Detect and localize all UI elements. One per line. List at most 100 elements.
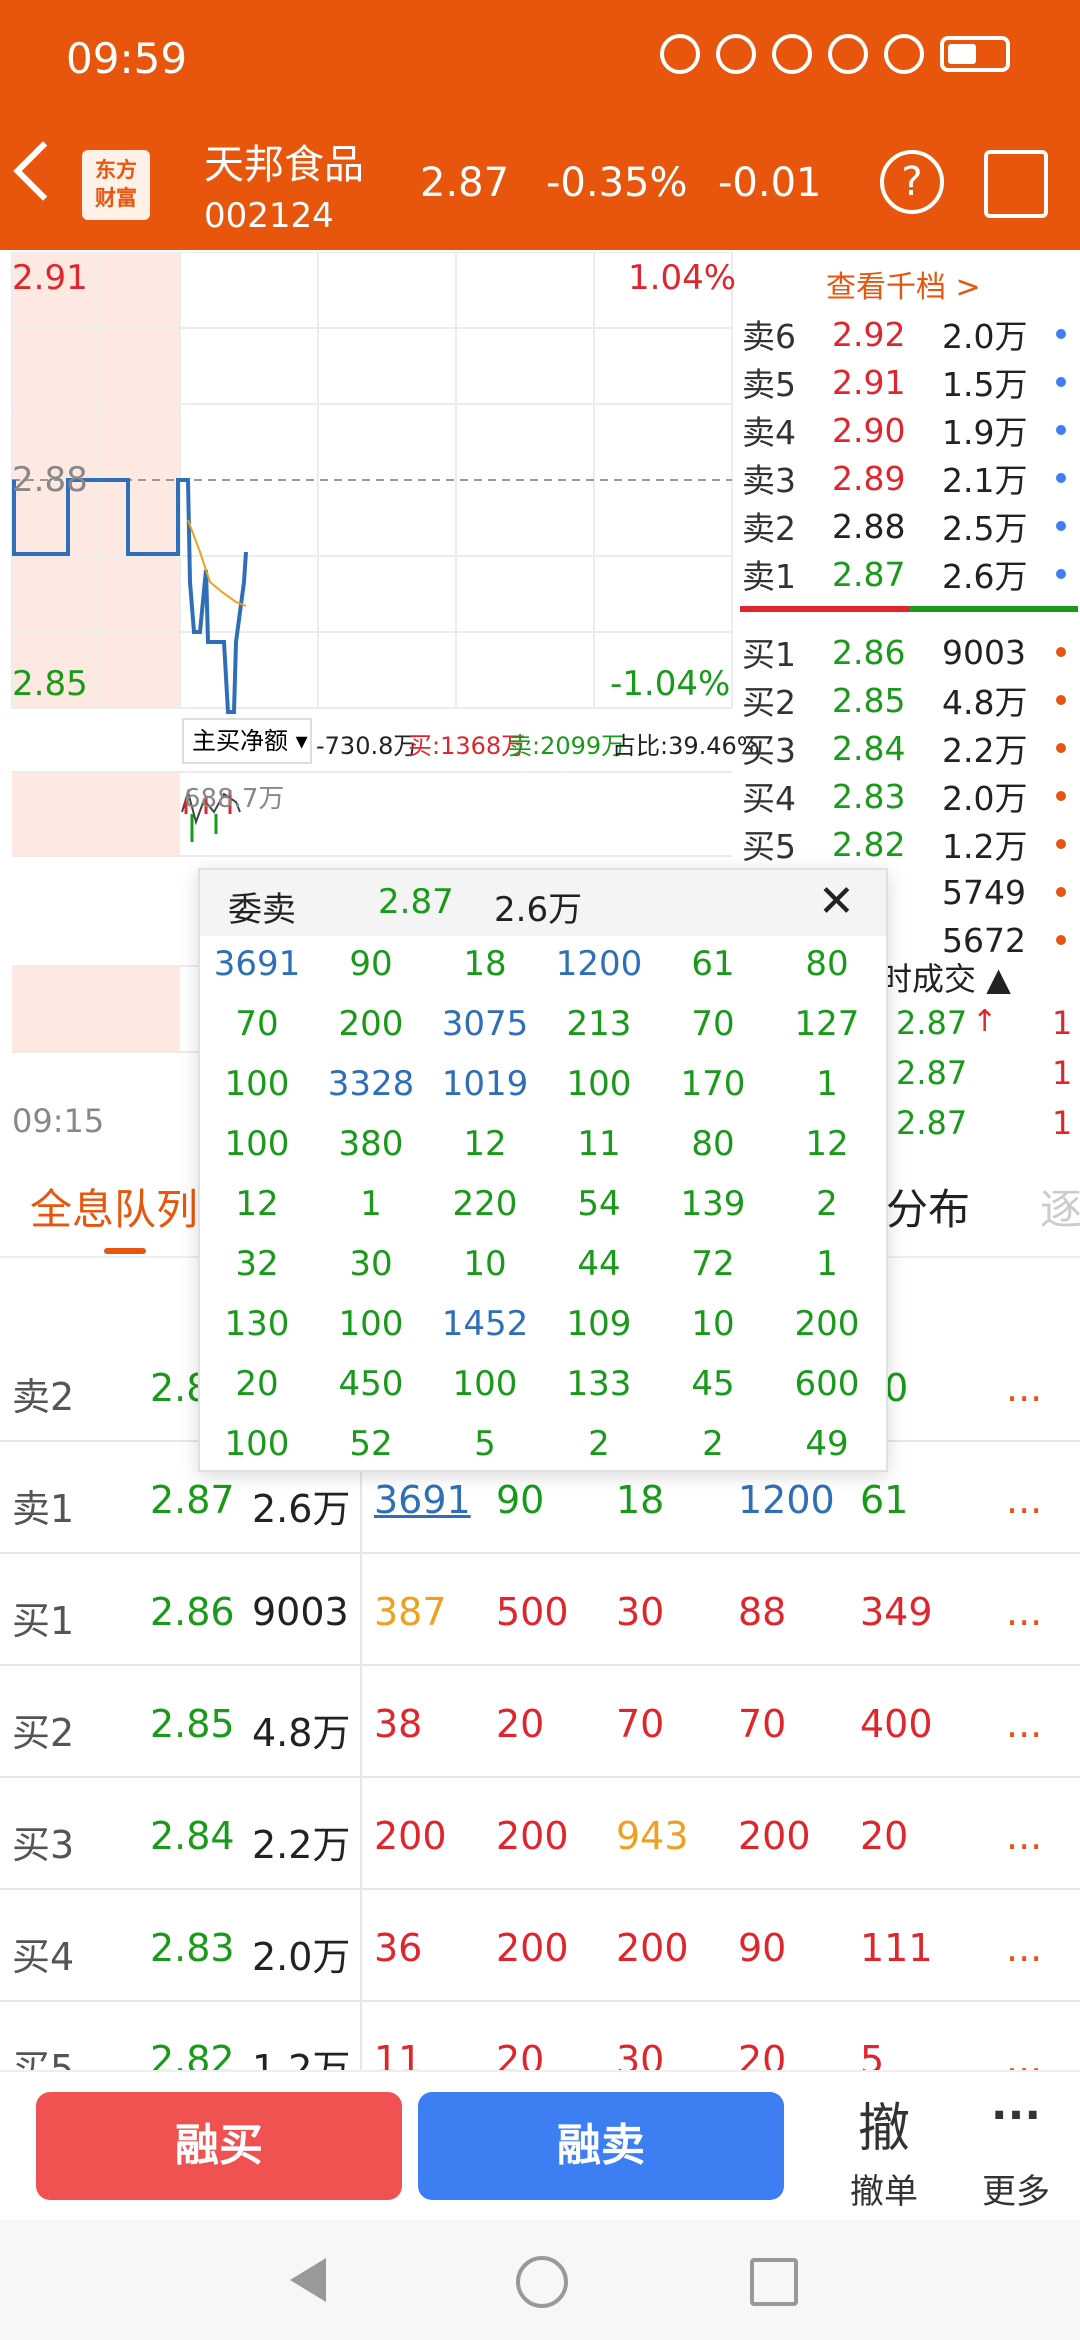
row-volume: 4.8万: [252, 1711, 351, 1755]
ask-level-label: 卖1: [742, 557, 796, 596]
bid-level-label: 买4: [742, 779, 796, 818]
row-label: 买3: [12, 1823, 75, 1867]
popup-order-cell: 200: [338, 1004, 404, 1044]
queue-order: 36: [374, 1926, 423, 1970]
header-change-pct: -0.35%: [546, 160, 688, 206]
ask-volume: 2.0万: [942, 317, 1028, 356]
indicator-dropdown[interactable]: 主买净额 ▾: [182, 718, 312, 764]
queue-order: 20: [860, 1814, 909, 1858]
popup-order-cell: 90: [349, 944, 393, 984]
trade-arrow: ↑: [972, 1004, 998, 1039]
cancel-icon[interactable]: 撤: [824, 2086, 944, 2161]
ask-row[interactable]: 卖6 2.92 2.0万: [742, 310, 1080, 358]
popup-order-cell: 11: [577, 1124, 621, 1164]
table-row[interactable]: 买2 2.85 4.8万 38 20 70 70 400...: [0, 1666, 1080, 1778]
view-more-depth-link[interactable]: 查看千档 >: [826, 262, 981, 306]
bid-row[interactable]: 买2 2.85 4.8万: [742, 676, 1080, 724]
help-icon[interactable]: ?: [880, 150, 944, 214]
popup-order-cell: 100: [224, 1064, 290, 1104]
queue-order: 200: [616, 1926, 689, 1970]
ask-volume: 1.5万: [942, 365, 1028, 404]
tab-partial[interactable]: 逐: [1040, 1176, 1080, 1237]
popup-order-cell: 45: [691, 1364, 735, 1404]
ask-row[interactable]: 卖2 2.88 2.5万: [742, 502, 1080, 550]
row-more-button[interactable]: ...: [1006, 1478, 1042, 1522]
bid-row[interactable]: 买1 2.86 9003: [742, 628, 1080, 676]
row-more-button[interactable]: ...: [1006, 1590, 1042, 1634]
bid-level-label: 买3: [742, 731, 796, 770]
queue-order: 61: [860, 1478, 909, 1522]
queue-order: 1200: [738, 1478, 835, 1522]
row-more-button[interactable]: ...: [1006, 1926, 1042, 1970]
alarm-icon: [772, 34, 812, 74]
popup-order-cell: 1452: [441, 1304, 529, 1344]
popup-volume: 2.6万: [494, 890, 583, 930]
popup-order-cell: 80: [691, 1124, 735, 1164]
trade-price: 2.87: [896, 1004, 968, 1042]
row-volume: 2.6万: [252, 1487, 351, 1531]
more-icon[interactable]: ···: [956, 2090, 1076, 2141]
tab-queue[interactable]: 全息队列: [30, 1176, 198, 1237]
trades-title: 时成交 ▲: [880, 960, 1011, 998]
queue-order: 30: [616, 1590, 665, 1634]
row-volume: 2.2万: [252, 1823, 351, 1867]
nav-home-icon[interactable]: [516, 2256, 568, 2308]
popup-order-cell: 2: [816, 1184, 838, 1224]
queue-order: 38: [374, 1702, 423, 1746]
eye-icon: [660, 34, 700, 74]
price-mid-label: 2.88: [12, 460, 88, 500]
row-more-button[interactable]: ...: [1006, 1366, 1042, 1410]
queue-order: 70: [738, 1702, 787, 1746]
table-row[interactable]: 买4 2.83 2.0万 36 200 200 90 111...: [0, 1890, 1080, 2002]
ask-row[interactable]: 卖5 2.91 1.5万: [742, 358, 1080, 406]
popup-order-cell: 600: [794, 1364, 860, 1404]
popup-order-cell: 133: [566, 1364, 632, 1404]
margin-sell-button[interactable]: 融卖: [418, 2092, 784, 2200]
ask-level-label: 卖6: [742, 317, 796, 356]
bid-row[interactable]: 买4 2.83 2.0万: [742, 772, 1080, 820]
cancel-order-button[interactable]: 撤单: [824, 2164, 944, 2213]
popup-order-cell: 10: [463, 1244, 507, 1284]
level-dot: [1056, 521, 1066, 531]
row-more-button[interactable]: ...: [1006, 1814, 1042, 1858]
table-row[interactable]: 买1 2.86 9003 387 500 30 88 349...: [0, 1554, 1080, 1666]
queue-order: 400: [860, 1702, 933, 1746]
sub-chart-value: 688.7万: [184, 784, 285, 814]
row-more-button[interactable]: ...: [1006, 1702, 1042, 1746]
pct-high-label: 1.04%: [628, 258, 737, 298]
layout-switch-icon[interactable]: [984, 150, 1048, 218]
popup-order-cell: 100: [224, 1124, 290, 1164]
table-row[interactable]: 买3 2.84 2.2万 200 200 943 200 20...: [0, 1778, 1080, 1890]
ask-price: 2.91: [832, 362, 906, 402]
row-price: 2.83: [150, 1926, 235, 1970]
ask-level-label: 卖3: [742, 461, 796, 500]
trade-volume: 1: [1052, 1104, 1073, 1142]
row-label: 买2: [12, 1711, 75, 1755]
ask-row[interactable]: 卖3 2.89 2.1万: [742, 454, 1080, 502]
ask-row[interactable]: 卖4 2.90 1.9万: [742, 406, 1080, 454]
trade-price: 2.87: [896, 1054, 968, 1092]
queue-order: 88: [738, 1590, 787, 1634]
ask-row[interactable]: 卖1 2.87 2.6万: [742, 550, 1080, 598]
nav-back-icon[interactable]: [290, 2258, 326, 2302]
bid-volume: 2.0万: [942, 779, 1028, 818]
ask-volume: 2.5万: [942, 509, 1028, 548]
more-button[interactable]: 更多: [956, 2164, 1076, 2213]
nav-recents-icon[interactable]: [750, 2258, 798, 2306]
tab-distribution[interactable]: 分布: [886, 1176, 970, 1237]
popup-order-cell: 80: [805, 944, 849, 984]
bid-row[interactable]: 买5 2.82 1.2万: [742, 820, 1080, 868]
queue-order: 200: [374, 1814, 447, 1858]
stock-name: 天邦食品: [204, 142, 364, 188]
queue-order: 111: [860, 1926, 933, 1970]
price-low-label: 2.85: [12, 664, 88, 704]
queue-order: 90: [738, 1926, 787, 1970]
row-volume: 2.0万: [252, 1935, 351, 1979]
level-dot: [1056, 935, 1066, 945]
margin-buy-button[interactable]: 融买: [36, 2092, 402, 2200]
close-icon[interactable]: ✕: [818, 876, 855, 927]
nfc-icon: [716, 34, 756, 74]
bid-row[interactable]: 买3 2.84 2.2万: [742, 724, 1080, 772]
header-price: 2.87: [420, 160, 510, 206]
bid-price: 2.84: [832, 728, 906, 768]
